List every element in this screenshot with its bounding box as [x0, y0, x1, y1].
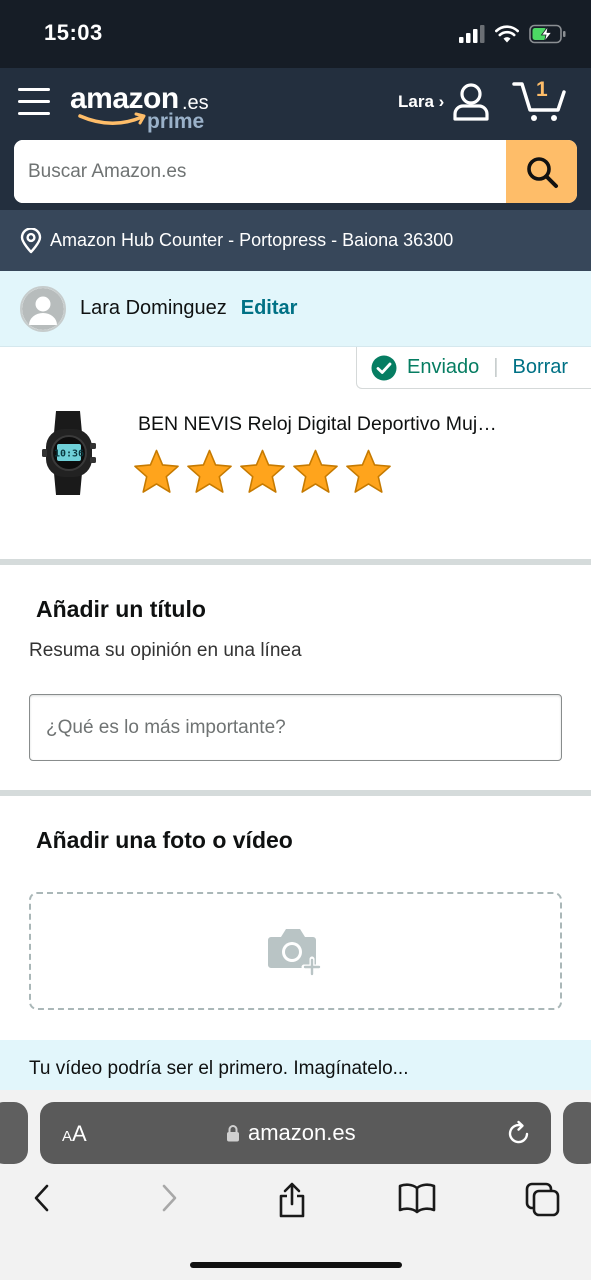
back-icon[interactable] [30, 1182, 54, 1214]
wifi-icon [495, 25, 519, 43]
star-icon[interactable] [344, 447, 393, 497]
avatar [20, 285, 66, 332]
star-icon[interactable] [238, 447, 287, 497]
star-rating [132, 447, 393, 497]
star-icon[interactable] [185, 447, 234, 497]
search-button[interactable] [506, 140, 577, 203]
check-circle-icon [371, 355, 397, 380]
browser-toolbar [0, 1182, 591, 1232]
cart-count: 1 [536, 78, 548, 101]
url-text: amazon.es [248, 1120, 356, 1145]
bookmarks-icon[interactable] [398, 1182, 436, 1214]
watch-display: 10:36 [54, 449, 84, 460]
browser-chrome: AA amazon.es [0, 1090, 591, 1280]
previous-tab-preview[interactable] [0, 1102, 28, 1164]
home-indicator [190, 1262, 402, 1268]
next-tab-preview[interactable] [563, 1102, 591, 1164]
battery-charging-icon [529, 24, 566, 44]
product-title[interactable]: BEN NEVIS Reloj Digital Deportivo Muj… [138, 413, 548, 436]
review-title-input[interactable] [29, 694, 562, 761]
star-icon[interactable] [291, 447, 340, 497]
delete-review-link[interactable]: Borrar [512, 356, 568, 379]
location-pin-icon [20, 227, 42, 253]
media-upload-box[interactable] [29, 892, 562, 1010]
media-section: Añadir una foto o vídeo [0, 796, 591, 1040]
delivery-location-bar[interactable]: Amazon Hub Counter - Portopress - Baiona… [0, 210, 591, 271]
search-input[interactable] [14, 140, 506, 203]
user-icon[interactable] [452, 82, 490, 122]
product-image[interactable]: 10:36 [40, 409, 102, 497]
title-section-heading: Añadir un título [36, 596, 206, 622]
url-display[interactable]: amazon.es [226, 1120, 356, 1146]
amazon-header: amazon .es prime Lara › 1 [0, 68, 591, 210]
status-time: 15:03 [44, 20, 103, 45]
reader-text-size-button[interactable]: AA [62, 1121, 87, 1147]
cart-button[interactable]: 1 [512, 78, 568, 122]
lock-icon [227, 1125, 239, 1142]
tabs-icon[interactable] [525, 1182, 561, 1218]
reload-icon[interactable] [507, 1120, 531, 1146]
reviewer-name: Lara Dominguez [80, 297, 227, 319]
logo-smile-icon [78, 112, 146, 125]
delivery-location-text: Amazon Hub Counter - Portopress - Baiona… [50, 230, 454, 250]
account-link[interactable]: Lara › [398, 92, 444, 112]
search-bar [14, 140, 577, 203]
edit-profile-link[interactable]: Editar [241, 297, 298, 320]
status-icons [459, 24, 567, 44]
default-avatar-icon [22, 287, 64, 330]
forward-icon[interactable] [157, 1182, 181, 1214]
reviewer-bar: Lara Dominguez Editar [0, 271, 591, 347]
title-section: Añadir un título Resuma su opinión en un… [0, 565, 591, 790]
media-section-heading: Añadir una foto o vídeo [36, 827, 293, 853]
add-photo-camera-icon [267, 929, 322, 977]
search-icon [526, 156, 558, 188]
menu-icon[interactable] [18, 88, 50, 116]
star-icon[interactable] [132, 447, 181, 497]
title-section-subheading: Resuma su opinión en una línea [29, 640, 302, 661]
amazon-prime-logo[interactable]: amazon .es prime [70, 82, 220, 136]
sent-status-label: Enviado [407, 356, 480, 378]
video-prompt-banner: Tu vídeo podría ser el primero. Imagínat… [0, 1040, 591, 1092]
review-status-pill: Enviado | Borrar [356, 347, 591, 389]
address-bar[interactable]: AA amazon.es [40, 1102, 551, 1164]
logo-prime: prime [147, 110, 205, 133]
status-bar: 15:03 [0, 0, 591, 68]
product-review-card: Enviado | Borrar 10:36 BEN NEVIS Reloj D… [0, 347, 591, 559]
pill-divider: | [493, 356, 499, 378]
signal-icon [459, 25, 485, 43]
share-icon[interactable] [276, 1182, 308, 1218]
